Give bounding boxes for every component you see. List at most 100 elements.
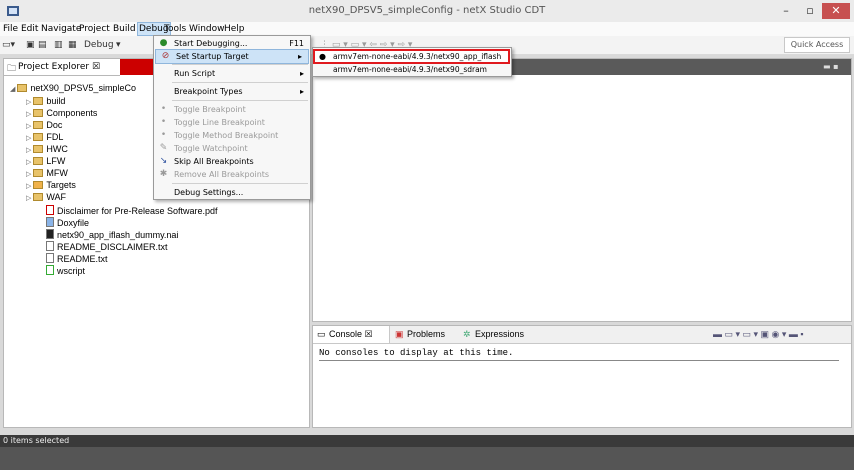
menu-item-label: Run Script	[174, 69, 216, 78]
console-tab-bar: ▭ Console ☒ ▣ Problems ✲ Expressions ▬ ▭…	[313, 326, 851, 344]
collapsed-arrow-icon[interactable]: ▷	[26, 147, 31, 154]
collapsed-arrow-icon[interactable]: ▷	[26, 135, 31, 142]
submenu-item-netx90-app-iflash[interactable]: ● armv7em-none-eabi/4.9.3/netx90_app_ifl…	[313, 49, 510, 64]
tree-label: README.txt	[57, 254, 108, 264]
tree-item-lfw[interactable]: ▷ LFW	[26, 155, 65, 167]
menu-item-label: Toggle Method Breakpoint	[174, 131, 279, 140]
tree-item-components[interactable]: ▷ Components	[26, 107, 97, 119]
tab-expressions[interactable]: Expressions	[475, 329, 524, 339]
tree-label: FDL	[46, 132, 64, 142]
minimize-button[interactable]: –	[774, 3, 798, 19]
menu-help[interactable]: Help	[223, 23, 246, 35]
save-all-icon[interactable]: ▤	[38, 39, 47, 51]
folder-icon	[33, 169, 44, 177]
menu-item-run-script[interactable]: Run Script ▸	[154, 67, 310, 80]
menu-item-toggle-line-breakpoint: • Toggle Line Breakpoint	[154, 116, 310, 129]
expanded-arrow-icon[interactable]: ◢	[10, 86, 15, 93]
menu-item-toggle-method-breakpoint: • Toggle Method Breakpoint	[154, 129, 310, 142]
status-bar: 0 items selected	[0, 435, 854, 447]
folder-icon	[33, 121, 44, 129]
print-icon[interactable]: ▦	[68, 39, 77, 51]
chevron-down-icon[interactable]: ▾	[116, 39, 121, 51]
tree-item-readme[interactable]: README.txt	[46, 253, 108, 265]
tree-item-fdl[interactable]: ▷ FDL	[26, 131, 63, 143]
watchpoint-icon: ✎	[159, 143, 168, 153]
menu-item-toggle-watchpoint: ✎ Toggle Watchpoint	[154, 142, 310, 155]
tree-label: HWC	[46, 144, 68, 154]
tree-label: Targets	[46, 180, 76, 190]
tree-item-nai-file[interactable]: netx90_app_iflash_dummy.nai	[46, 229, 178, 241]
menu-item-set-startup-target[interactable]: ⊘ Set Startup Target ▸	[155, 49, 309, 64]
tree-item-doxyfile[interactable]: Doxyfile	[46, 217, 89, 229]
menu-item-skip-all-breakpoints[interactable]: ↘ Skip All Breakpoints	[154, 155, 310, 168]
menu-navigate[interactable]: Navigate	[40, 23, 82, 35]
title-bar: netX90_DPSV5_simpleConfig - netX Studio …	[0, 0, 854, 23]
menu-project[interactable]: Project	[78, 23, 111, 35]
menu-edit[interactable]: Edit	[20, 23, 39, 35]
tree-item-readme-disclaimer[interactable]: README_DISCLAIMER.txt	[46, 241, 168, 253]
tree-item-hwc[interactable]: ▷ HWC	[26, 143, 68, 155]
tree-item-doc[interactable]: ▷ Doc	[26, 119, 62, 131]
menu-item-label: Debug Settings...	[174, 188, 244, 197]
folder-icon	[33, 97, 44, 105]
menu-separator	[172, 64, 308, 65]
close-button[interactable]: ✕	[822, 3, 850, 19]
new-icon[interactable]: ▭▾	[2, 39, 15, 51]
menu-separator	[172, 82, 308, 83]
window-title: netX90_DPSV5_simpleConfig - netX Studio …	[308, 5, 546, 16]
folder-icon	[33, 145, 44, 153]
breakpoint-icon: •	[160, 130, 167, 140]
save-icon[interactable]: ▣	[26, 39, 35, 51]
text-file-icon	[46, 241, 54, 251]
console-toolbar-icons[interactable]: ▬ ▭ ▾ ▭ ▾ ▣ ◉ ▾ ▬ ▪	[713, 329, 804, 340]
quick-access-input[interactable]: Quick Access	[784, 37, 850, 53]
menu-build[interactable]: Build	[112, 23, 137, 35]
menu-file[interactable]: File	[2, 23, 19, 35]
doxyfile-icon	[46, 217, 54, 227]
menu-item-label: Remove All Breakpoints	[174, 170, 270, 179]
tree-item-build[interactable]: ▷ build	[26, 95, 65, 107]
debug-menu-dropdown: ● Start Debugging... F11 ⊘ Set Startup T…	[153, 35, 311, 200]
taskbar	[0, 447, 854, 470]
collapsed-arrow-icon[interactable]: ▷	[26, 159, 31, 166]
target-icon: ⊘	[161, 51, 170, 61]
menu-window[interactable]: Window	[188, 23, 226, 35]
menu-item-breakpoint-types[interactable]: Breakpoint Types ▸	[154, 85, 310, 98]
menu-item-label: Toggle Watchpoint	[174, 144, 248, 153]
tree-item-wscript[interactable]: wscript	[46, 265, 85, 277]
submenu-item-netx90-sdram[interactable]: armv7em-none-eabi/4.9.3/netx90_sdram	[313, 63, 511, 76]
folder-icon: 🗀	[7, 64, 17, 74]
collapsed-arrow-icon[interactable]: ▷	[26, 183, 31, 190]
collapsed-arrow-icon[interactable]: ▷	[26, 99, 31, 106]
menu-item-debug-settings[interactable]: Debug Settings...	[154, 186, 310, 199]
tree-item-mfw[interactable]: ▷ MFW	[26, 167, 68, 179]
menu-tools[interactable]: Tools	[163, 23, 187, 35]
tree-label: Components	[46, 108, 98, 118]
tab-console[interactable]: ▭ Console ☒	[313, 326, 390, 343]
submenu-item-label: armv7em-none-eabi/4.9.3/netx90_app_iflas…	[333, 52, 502, 61]
menu-item-label: Breakpoint Types	[174, 87, 243, 96]
menu-item-label: Toggle Breakpoint	[174, 105, 246, 114]
console-message: No consoles to display at this time.	[319, 348, 514, 358]
problems-icon: ▣	[395, 329, 404, 339]
tree-item-project[interactable]: ◢ netX90_DPSV5_simpleCo	[10, 82, 136, 94]
collapsed-arrow-icon[interactable]: ▷	[26, 111, 31, 118]
tab-project-explorer[interactable]: 🗀 Project Explorer ☒	[4, 59, 120, 76]
maximize-button[interactable]: ▫	[798, 3, 822, 19]
tab-problems[interactable]: Problems	[407, 329, 445, 339]
skip-breakpoints-icon: ↘	[159, 156, 168, 166]
tree-item-disclaimer-pdf[interactable]: Disclaimer for Pre-Release Software.pdf	[46, 205, 218, 217]
menu-separator	[172, 183, 308, 184]
menu-item-remove-all-breakpoints: ✱ Remove All Breakpoints	[154, 168, 310, 181]
tree-label: README_DISCLAIMER.txt	[57, 242, 168, 252]
debug-toolbar-button[interactable]: Debug	[84, 39, 114, 51]
tree-label: wscript	[57, 266, 86, 276]
menu-separator	[172, 100, 308, 101]
tree-item-targets[interactable]: ▷ Targets	[26, 179, 76, 191]
collapsed-arrow-icon[interactable]: ▷	[26, 171, 31, 178]
build-icon[interactable]: ▥	[54, 39, 63, 51]
collapsed-arrow-icon[interactable]: ▷	[26, 123, 31, 130]
minimize-maximize-icon[interactable]: ▬ ▪	[823, 62, 839, 71]
collapsed-arrow-icon[interactable]: ▷	[26, 195, 31, 202]
tree-item-waf[interactable]: ▷ WAF	[26, 191, 66, 203]
